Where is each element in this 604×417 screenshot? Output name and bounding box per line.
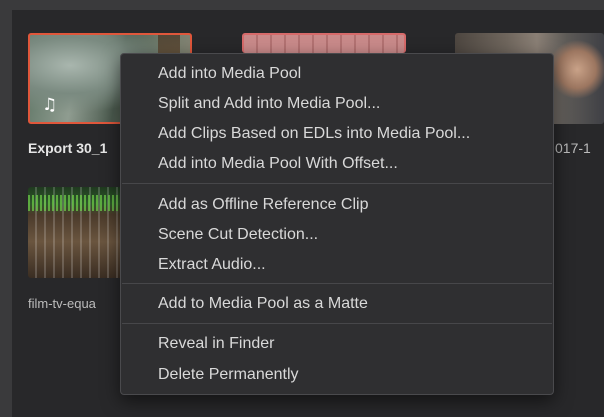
menu-item-scene-cut-detection[interactable]: Scene Cut Detection...: [158, 224, 318, 246]
panel-left-strip: [0, 10, 12, 417]
menu-item-add-as-matte[interactable]: Add to Media Pool as a Matte: [158, 293, 368, 315]
music-note-icon: ♫: [42, 95, 58, 115]
menu-item-add-with-offset[interactable]: Add into Media Pool With Offset...: [158, 153, 398, 175]
menu-item-extract-audio[interactable]: Extract Audio...: [158, 254, 266, 276]
clip-thumbnail-film-tv-equa[interactable]: [28, 187, 124, 278]
menu-separator: [122, 183, 552, 184]
menu-separator: [122, 283, 552, 284]
window-top-strip: [0, 0, 604, 10]
clip-label-export-30-1[interactable]: Export 30_1: [28, 140, 107, 156]
menu-item-delete-permanently[interactable]: Delete Permanently: [158, 364, 299, 386]
menu-separator: [122, 323, 552, 324]
clip-label-film-tv-equa[interactable]: film-tv-equa: [28, 296, 96, 311]
menu-item-add-into-media-pool[interactable]: Add into Media Pool: [158, 63, 301, 85]
clip-thumbnail-document[interactable]: [242, 33, 406, 53]
menu-item-split-and-add[interactable]: Split and Add into Media Pool...: [158, 93, 380, 115]
context-menu: Add into Media Pool Split and Add into M…: [120, 53, 554, 395]
menu-item-add-clips-based-on-edls[interactable]: Add Clips Based on EDLs into Media Pool.…: [158, 123, 470, 145]
menu-item-reveal-in-finder[interactable]: Reveal in Finder: [158, 333, 275, 355]
clip-label-017-1[interactable]: 017-1: [555, 140, 591, 156]
menu-item-add-offline-reference[interactable]: Add as Offline Reference Clip: [158, 194, 368, 216]
